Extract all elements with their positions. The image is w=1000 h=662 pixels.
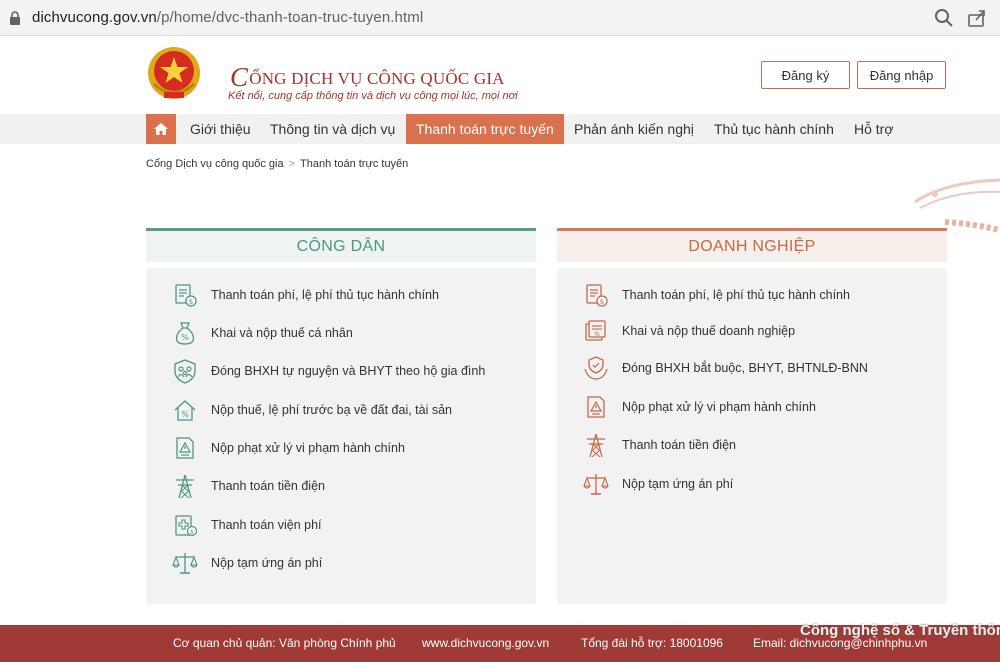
breadcrumb-separator: > bbox=[288, 158, 296, 170]
service-label: Nộp phạt xử lý vi phạm hành chính bbox=[622, 400, 816, 414]
nav-item-gioi-thieu[interactable]: Giới thiệu bbox=[190, 114, 251, 144]
service-label: Thanh toán tiền điện bbox=[622, 438, 736, 452]
power-tower-icon bbox=[583, 432, 609, 458]
service-label: Thanh toán phí, lệ phí thủ tục hành chín… bbox=[622, 288, 850, 302]
site-tagline: Kết nối, cung cấp thông tin và dịch vụ c… bbox=[228, 90, 518, 102]
nav-item-thong-tin-dich-vu[interactable]: Thông tin và dịch vụ bbox=[270, 114, 395, 144]
service-label: Khai và nộp thuế doanh nghiệp bbox=[622, 324, 796, 338]
service-label: Thanh toán viện phí bbox=[211, 518, 322, 532]
warning-document-icon bbox=[583, 394, 609, 420]
url-host: dichvucong.gov.vn bbox=[32, 9, 157, 26]
money-bag-icon bbox=[172, 320, 198, 346]
dn-service-bhxh[interactable]: Đóng BHXH bắt buộc, BHYT, BHTNLĐ-BNN bbox=[583, 353, 868, 383]
hospital-bill-icon bbox=[172, 512, 198, 538]
cd-service-vien-phi[interactable]: Thanh toán viện phí bbox=[172, 510, 322, 540]
cd-service-thue-ca-nhan[interactable]: Khai và nộp thuế cá nhân bbox=[172, 318, 353, 348]
dn-service-tien-dien[interactable]: Thanh toán tiền điện bbox=[583, 430, 736, 460]
nav-item-thanh-toan-truc-tuyen[interactable]: Thanh toán trực tuyến bbox=[406, 114, 564, 144]
dn-service-nop-phat[interactable]: Nộp phạt xử lý vi phạm hành chính bbox=[583, 392, 816, 422]
login-button[interactable]: Đăng nhập bbox=[857, 61, 946, 89]
service-label: Nộp tạm ứng án phí bbox=[622, 477, 734, 491]
cong-dan-panel: Thanh toán phí, lệ phí thủ tục hành chín… bbox=[146, 268, 536, 604]
service-label: Thanh toán tiền điện bbox=[211, 479, 325, 493]
site-header: CỔNG DỊCH VỤ CÔNG QUỐC GIA Kết nối, cung… bbox=[0, 36, 1000, 114]
site-title-rest: ỔNG DỊCH VỤ CÔNG QUỐC GIA bbox=[249, 69, 505, 88]
lock-icon bbox=[10, 11, 20, 25]
national-emblem-logo[interactable] bbox=[146, 44, 202, 106]
cd-service-an-phi[interactable]: Nộp tạm ứng án phí bbox=[172, 548, 322, 578]
cd-service-nop-phat[interactable]: Nộp phạt xử lý vi phạm hành chính bbox=[172, 433, 405, 463]
footer-website[interactable]: www.dichvucong.gov.vn bbox=[422, 636, 549, 650]
house-percent-icon bbox=[172, 397, 198, 423]
footer-hotline: Tổng đài hỗ trợ: 18001096 bbox=[581, 636, 723, 650]
cong-dan-header: CÔNG DÂN bbox=[146, 228, 536, 262]
dn-service-an-phi[interactable]: Nộp tạm ứng án phí bbox=[583, 469, 733, 499]
business-tax-icon bbox=[583, 318, 609, 344]
service-label: Nộp phạt xử lý vi phạm hành chính bbox=[211, 441, 405, 455]
home-icon bbox=[154, 123, 168, 135]
cd-service-truoc-ba[interactable]: Nộp thuế, lệ phí trước bạ về đất đai, tà… bbox=[172, 395, 452, 425]
url-field[interactable]: dichvucong.gov.vn/p/home/dvc-thanh-toan-… bbox=[32, 9, 423, 26]
breadcrumb: Cổng Dịch vụ công quốc gia > Thanh toán tr… bbox=[146, 158, 408, 170]
service-label: Thanh toán phí, lệ phí thủ tục hành chín… bbox=[211, 288, 439, 302]
family-shield-icon bbox=[172, 358, 198, 384]
service-label: Nộp thuế, lệ phí trước bạ về đất đai, tà… bbox=[211, 403, 453, 417]
dn-service-thue-doanh-nghiep[interactable]: Khai và nộp thuế doanh nghiệp bbox=[583, 316, 795, 346]
power-tower-icon bbox=[172, 473, 198, 499]
nav-item-ho-tro[interactable]: Hỗ trợ bbox=[854, 114, 894, 144]
cd-service-bhxh[interactable]: Đóng BHXH tự nguyện và BHYT theo hộ gia … bbox=[172, 356, 485, 386]
service-label: Nộp tạm ứng án phí bbox=[211, 556, 323, 570]
nav-item-thu-tuc-hanh-chinh[interactable]: Thủ tục hành chính bbox=[714, 114, 834, 144]
browser-address-bar: dichvucong.gov.vn/p/home/dvc-thanh-toan-… bbox=[0, 0, 1000, 36]
doanh-nghiep-panel: Thanh toán phí, lệ phí thủ tục hành chín… bbox=[557, 268, 947, 604]
scales-icon bbox=[583, 471, 609, 497]
warning-document-icon bbox=[172, 435, 198, 461]
url-path: /p/home/dvc-thanh-toan-truc-tuyen.html bbox=[156, 9, 424, 26]
cd-service-phi-le-phi[interactable]: Thanh toán phí, lệ phí thủ tục hành chín… bbox=[172, 280, 439, 310]
nav-item-phan-anh-kien-nghi[interactable]: Phản ánh kiến nghị bbox=[574, 114, 694, 144]
footer-agency: Cơ quan chủ quản: Văn phòng Chính phủ bbox=[173, 636, 396, 650]
breadcrumb-home[interactable]: Cổng Dịch vụ công quốc gia bbox=[146, 158, 284, 170]
dn-service-phi-le-phi[interactable]: Thanh toán phí, lệ phí thủ tục hành chín… bbox=[583, 280, 850, 310]
service-label: Đóng BHXH tự nguyện và BHYT theo hộ gia … bbox=[211, 364, 486, 378]
register-button[interactable]: Đăng ký bbox=[761, 61, 850, 89]
site-title-initial: C bbox=[230, 62, 249, 92]
watermark-text: Công nghệ số & Truyền thông bbox=[800, 622, 1000, 639]
zoom-icon[interactable] bbox=[934, 8, 954, 28]
doanh-nghiep-header: DOANH NGHIỆP bbox=[557, 228, 947, 262]
main-nav: Giới thiệu Thông tin và dịch vụ Thanh to… bbox=[0, 114, 1000, 144]
cd-service-tien-dien[interactable]: Thanh toán tiền điện bbox=[172, 471, 325, 501]
hands-shield-icon bbox=[583, 355, 609, 381]
document-fee-icon bbox=[172, 282, 198, 308]
service-label: Khai và nộp thuế cá nhân bbox=[211, 326, 353, 340]
service-label: Đóng BHXH bắt buộc, BHYT, BHTNLĐ-BNN bbox=[622, 361, 868, 375]
share-icon[interactable] bbox=[967, 8, 987, 28]
document-fee-icon bbox=[583, 282, 609, 308]
site-title[interactable]: CỔNG DỊCH VỤ CÔNG QUỐC GIA bbox=[230, 60, 505, 92]
nav-home-button[interactable] bbox=[146, 114, 176, 144]
breadcrumb-current: Thanh toán trực tuyến bbox=[300, 158, 409, 170]
scales-icon bbox=[172, 550, 198, 576]
